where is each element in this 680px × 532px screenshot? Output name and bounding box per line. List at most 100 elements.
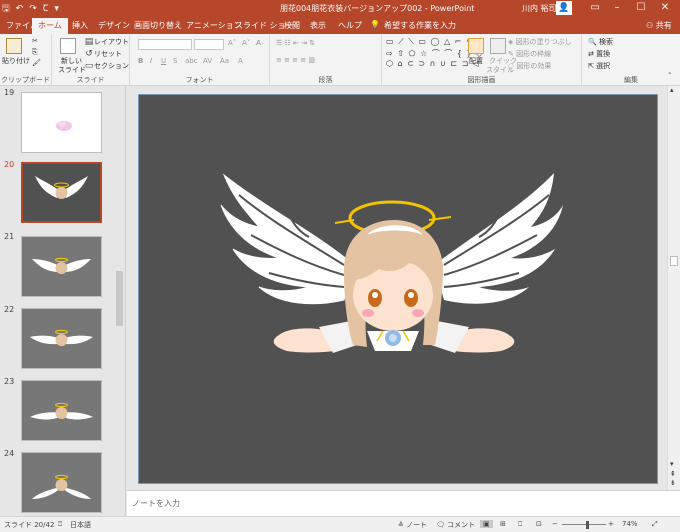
- font-name-dropdown[interactable]: [138, 39, 192, 50]
- slide-sorter-icon[interactable]: ⊞: [500, 520, 506, 528]
- slide-number: 23: [4, 377, 15, 386]
- spellcheck-icon[interactable]: ⍞: [58, 520, 62, 529]
- user-name[interactable]: 川内 裕司: [522, 3, 557, 14]
- reset-button[interactable]: ↺リセット: [84, 49, 122, 59]
- touch-mode-icon[interactable]: Ꞇ: [43, 2, 49, 16]
- slide-thumbnail-20[interactable]: [21, 162, 102, 223]
- slide-thumbnail-23[interactable]: [21, 380, 102, 441]
- strikethrough-icon[interactable]: abc: [185, 57, 198, 65]
- replace-button[interactable]: ⇄ 置換: [588, 49, 610, 59]
- shape-effects-button[interactable]: ◌ 図形の効果: [508, 61, 551, 71]
- zoom-level[interactable]: 74%: [622, 520, 638, 528]
- tab-help[interactable]: ヘルプ: [338, 20, 362, 31]
- drawing-group-label: 図形描画: [467, 76, 496, 84]
- slideshow-view-icon[interactable]: ⊡: [536, 520, 542, 528]
- decrease-font-icon[interactable]: A˅: [242, 39, 250, 47]
- undo-icon[interactable]: ↶: [16, 2, 24, 16]
- customize-qat-icon[interactable]: ▾: [54, 2, 59, 16]
- tab-design[interactable]: デザイン: [98, 20, 130, 31]
- select-button[interactable]: ⇱ 選択: [588, 61, 610, 71]
- reset-icon: ↺: [85, 49, 93, 59]
- cut-icon[interactable]: ✂: [32, 37, 38, 45]
- shape-fill-button[interactable]: ◈ 図形の塗りつぶし: [508, 37, 572, 47]
- bold-icon[interactable]: B: [138, 57, 143, 65]
- quick-style-icon[interactable]: [490, 38, 506, 54]
- new-slide-label-2[interactable]: スライド: [58, 65, 86, 75]
- minimize-icon[interactable]: –: [608, 2, 626, 14]
- slide-number: 21: [4, 232, 15, 241]
- reading-view-icon[interactable]: ⎕: [518, 520, 522, 529]
- copy-icon[interactable]: ⎘: [32, 48, 38, 57]
- fit-to-window-icon[interactable]: ⤢: [652, 520, 658, 529]
- tab-animations[interactable]: アニメーション: [186, 20, 242, 31]
- angel-character-illustration: [220, 173, 563, 353]
- share-button[interactable]: ⚇ 共有: [646, 20, 672, 31]
- change-case-icon[interactable]: Aa: [220, 57, 229, 65]
- cursor-icon: ⇱: [588, 62, 597, 70]
- italic-icon[interactable]: I: [150, 57, 152, 65]
- notes-pane[interactable]: ノートを入力: [127, 490, 680, 516]
- zoom-in-icon[interactable]: +: [608, 520, 614, 528]
- underline-icon[interactable]: U: [161, 57, 166, 65]
- paragraph-group: ☰ ☷ ⇤ ⇥ ⇅ ≡ ≡ ≡ ≡ ▥ 段落: [270, 34, 382, 86]
- clipboard-group: 貼り付け ✂ ⎘ 🖌 クリップボード: [0, 34, 52, 86]
- new-slide-icon[interactable]: [60, 38, 76, 54]
- scroll-thumb[interactable]: [670, 256, 678, 266]
- status-bar: スライド 20/42 ⍞ 日本語 ≙ ノート 🗨 コメント ▣ ⊞ ⎕ ⊡ − …: [0, 516, 680, 532]
- slide-vertical-scrollbar[interactable]: ▴ ▾ ⇞ ⇟: [667, 86, 680, 490]
- notes-toggle[interactable]: ≙ ノート: [398, 520, 427, 530]
- align-icon[interactable]: ≡ ≡ ≡ ≡ ▥: [276, 56, 315, 64]
- find-button[interactable]: 🔍 検索: [588, 37, 613, 47]
- shadow-icon[interactable]: S: [173, 57, 177, 65]
- redo-icon[interactable]: ↷: [29, 2, 37, 16]
- previous-slide-icon[interactable]: ⇞: [670, 470, 676, 478]
- font-size-dropdown[interactable]: [194, 39, 224, 50]
- slide-thumbnail-19[interactable]: [21, 92, 102, 153]
- language-indicator[interactable]: 日本語: [70, 520, 91, 530]
- normal-view-icon[interactable]: ▣: [480, 520, 493, 528]
- zoom-slider-thumb[interactable]: [586, 521, 589, 529]
- zoom-slider[interactable]: [562, 524, 606, 525]
- increase-font-icon[interactable]: A˄: [228, 39, 236, 47]
- tab-view[interactable]: 表示: [310, 20, 326, 31]
- maximize-icon[interactable]: ☐: [632, 2, 650, 14]
- layout-icon: ▤: [84, 37, 94, 47]
- ribbon-display-options-icon[interactable]: ▭: [586, 2, 604, 14]
- avatar[interactable]: 👤: [556, 1, 572, 15]
- current-slide[interactable]: [138, 94, 658, 484]
- tab-review[interactable]: 校閲: [284, 20, 300, 31]
- paste-button-label[interactable]: 貼り付け: [2, 56, 30, 66]
- close-icon[interactable]: ✕: [656, 2, 674, 14]
- thumbnails-scrollbar[interactable]: [116, 271, 123, 326]
- format-painter-icon[interactable]: 🖌: [32, 59, 41, 67]
- section-button[interactable]: ▭セクション: [84, 61, 129, 71]
- clear-format-icon[interactable]: A̸: [256, 39, 261, 47]
- layout-button[interactable]: ▤レイアウト: [84, 37, 129, 47]
- save-icon[interactable]: 🖫: [2, 2, 10, 16]
- bullets-icon[interactable]: ☰ ☷ ⇤ ⇥ ⇅: [276, 39, 315, 47]
- comments-label: コメント: [447, 521, 476, 529]
- lightbulb-icon: 💡: [370, 20, 380, 29]
- paste-icon[interactable]: [6, 38, 22, 54]
- scroll-down-icon[interactable]: ▾: [670, 460, 674, 468]
- shapes-gallery-icon-row3[interactable]: ⬡ ⌂ ⊂ ⊃ ∩ ∪ ⊏ ⊐ ◁: [386, 59, 480, 68]
- tab-home[interactable]: ホーム: [32, 18, 68, 34]
- slide-thumbnail-22[interactable]: [21, 308, 102, 369]
- tell-me-search[interactable]: 希望する作業を入力: [384, 20, 456, 31]
- char-spacing-icon[interactable]: AV: [203, 57, 212, 65]
- shape-outline-button[interactable]: ✎ 図形の枠線: [508, 49, 551, 59]
- arrange-label[interactable]: 配置: [469, 56, 483, 66]
- arrange-icon[interactable]: [468, 38, 484, 54]
- scroll-up-icon[interactable]: ▴: [670, 86, 674, 94]
- slide-thumbnail-21[interactable]: [21, 236, 102, 297]
- zoom-out-icon[interactable]: −: [552, 520, 558, 528]
- comments-toggle[interactable]: 🗨 コメント: [436, 520, 475, 530]
- right-wing: [434, 173, 563, 304]
- ribbon: 貼り付け ✂ ⎘ 🖌 クリップボード 新しい スライド ▤レイアウト ↺リセット…: [0, 34, 680, 86]
- slide-thumbnail-24[interactable]: [21, 452, 102, 513]
- editing-group: 🔍 検索 ⇄ 置換 ⇱ 選択 ˄ 編集: [582, 34, 680, 86]
- next-slide-icon[interactable]: ⇟: [670, 479, 676, 487]
- tab-insert[interactable]: 挿入: [72, 20, 88, 31]
- font-color-icon[interactable]: A: [238, 57, 243, 65]
- tab-transitions[interactable]: 画面切り替え: [134, 20, 182, 31]
